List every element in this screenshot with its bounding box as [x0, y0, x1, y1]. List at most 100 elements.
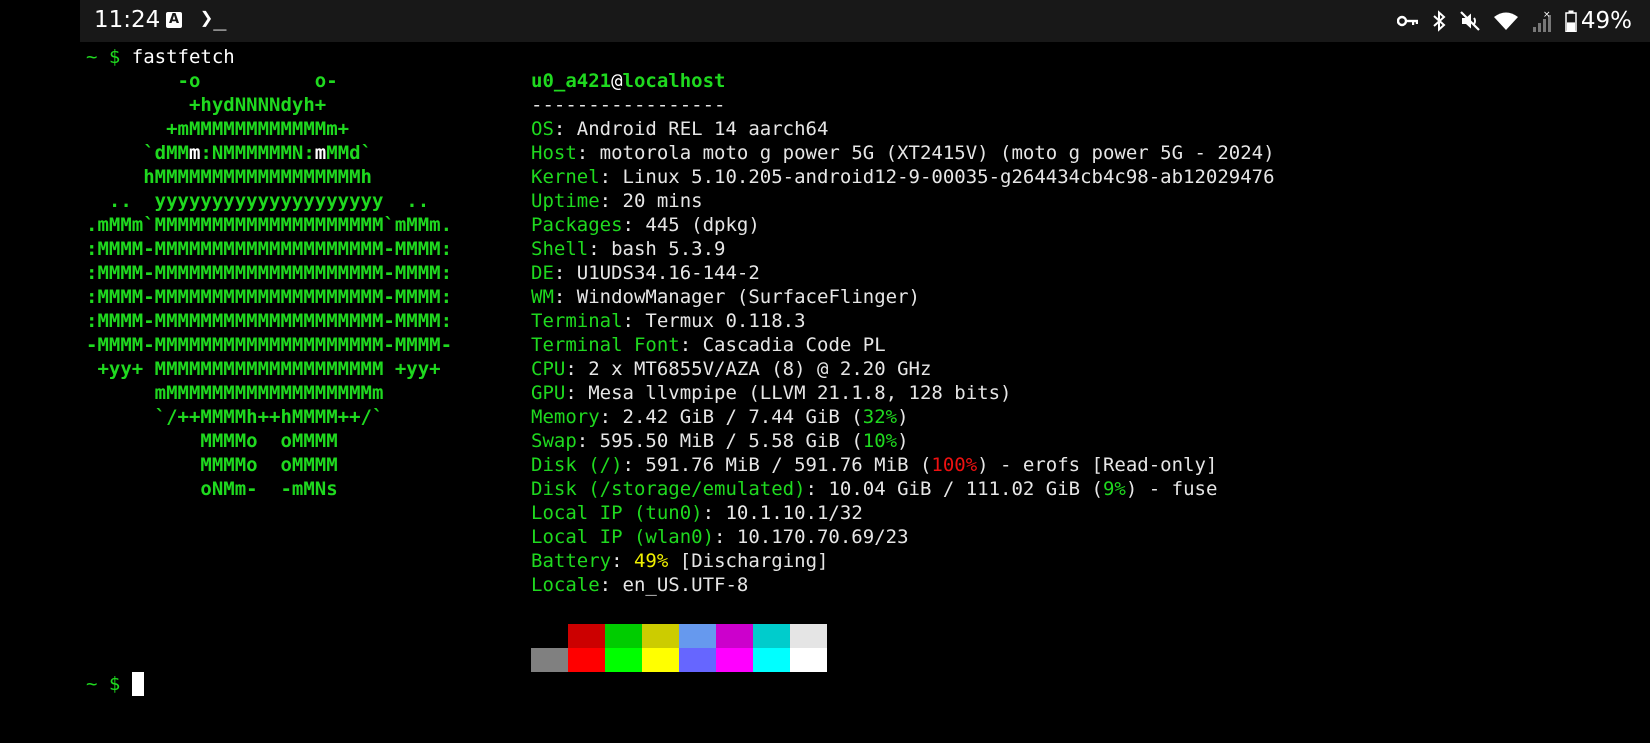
info-key: Local IP (tun0): [531, 502, 703, 524]
palette-swatch: [642, 624, 679, 648]
palette-swatch: [679, 648, 716, 672]
logo-line: +mMMMMMMMMMMMMm+: [86, 118, 350, 140]
system-info: u0_a421@localhost ----------------- OS: An…: [531, 69, 1275, 597]
svg-text:×: ×: [1543, 10, 1551, 20]
logo-line: :MMMM-MMMMMMMMMMMMMMMMMMMM-MMMM:: [86, 262, 453, 284]
info-value: 10.04 GiB / 111.02 GiB (: [828, 478, 1103, 500]
mute-icon: [1459, 10, 1481, 32]
logo-eye-right: m: [314, 142, 327, 164]
wifi-icon: [1493, 11, 1519, 31]
info-value: 2.42 GiB / 7.44 GiB (: [622, 406, 863, 428]
palette-swatch: [679, 624, 716, 648]
status-time: 11:24: [94, 7, 161, 33]
info-key: Locale: [531, 574, 600, 596]
info-value: 2 x MT6855V/AZA (8) @ 2.20 GHz: [588, 358, 932, 380]
android-ascii-logo: -o o- +hydNNNNdyh+ +mMMMMMMMMMMMMm+ `dMM…: [86, 69, 452, 501]
battery-percent: 49%: [1580, 8, 1632, 34]
terminal-cursor[interactable]: [131, 672, 144, 696]
palette-row-bright: [531, 648, 827, 672]
logo-line: -MMMM-MMMMMMMMMMMMMMMMMMMM-MMMM-: [86, 334, 453, 356]
info-value: Termux 0.118.3: [645, 310, 806, 332]
info-value: en_US.UTF-8: [622, 574, 749, 596]
palette-row-normal: [531, 624, 827, 648]
info-value: 445 (dpkg): [645, 214, 760, 236]
swap-percent: 10%: [862, 430, 898, 452]
info-key: GPU: [531, 382, 566, 404]
info-value: 20 mins: [622, 190, 703, 212]
logo-line: :MMMM-MMMMMMMMMMMMMMMMMMMM-MMMM:: [86, 310, 453, 332]
logo-segment: :NMMMMMMN:: [200, 142, 315, 164]
palette-swatch: [531, 624, 568, 648]
info-row-terminal: Terminal: Termux 0.118.3: [531, 310, 806, 332]
palette-swatch: [642, 648, 679, 672]
memory-percent: 32%: [862, 406, 898, 428]
logo-line: .. yyyyyyyyyyyyyyyyyyyy ..: [86, 190, 430, 212]
info-key: Host: [531, 142, 577, 164]
info-value: 595.50 MiB / 5.58 GiB (: [599, 430, 863, 452]
info-row-shell: Shell: bash 5.3.9: [531, 238, 726, 260]
info-row-memory: Memory: 2.42 GiB / 7.44 GiB (32%): [531, 406, 909, 428]
info-key: Local IP (wlan0): [531, 526, 715, 548]
terminal-input-line[interactable]: ~ $: [86, 672, 144, 696]
palette-swatch: [716, 648, 753, 672]
disk-storage-percent: 9%: [1102, 478, 1126, 500]
info-key: WM: [531, 286, 554, 308]
cell-signal-icon: ×: [1531, 9, 1553, 33]
command-text: fastfetch: [131, 46, 235, 68]
user-host-line: u0_a421@localhost: [531, 69, 1275, 93]
info-value: 10.170.70.69/23: [736, 526, 909, 548]
info-value-tail: ): [897, 430, 909, 452]
info-row-uptime: Uptime: 20 mins: [531, 190, 703, 212]
logo-line: MMMMo oMMMM: [86, 430, 338, 452]
info-row-packages: Packages: 445 (dpkg): [531, 214, 760, 236]
battery-info-percent: 49%: [633, 550, 669, 572]
logo-line: :MMMM-MMMMMMMMMMMMMMMMMMMM-MMMM:: [86, 286, 453, 308]
disk-root-percent: 100%: [931, 454, 978, 476]
palette-swatch: [790, 624, 827, 648]
terminal-command-line: ~ $ fastfetch: [86, 45, 235, 69]
logo-eye-left: m: [188, 142, 201, 164]
logo-line: .mMMm`MMMMMMMMMMMMMMMMMMMM`mMMm.: [86, 214, 453, 236]
info-row-de: DE: U1UDS34.16-144-2: [531, 262, 760, 284]
info-row-disk-root: Disk (/): 591.76 MiB / 591.76 MiB (100%)…: [531, 454, 1218, 476]
info-value: U1UDS34.16-144-2: [576, 262, 760, 284]
info-row-host: Host: motorola moto g power 5G (XT2415V)…: [531, 142, 1275, 164]
info-key: Swap: [531, 430, 577, 452]
info-key: Battery: [531, 550, 612, 572]
logo-line: hMMMMMMMMMMMMMMMMMMh: [86, 166, 372, 188]
info-key: Memory: [531, 406, 600, 428]
palette-swatch: [568, 648, 605, 672]
info-key: Disk (/storage/emulated): [531, 478, 806, 500]
keyboard-notification-icon: A: [166, 12, 182, 28]
info-value-tail: ) - erofs [Read-only]: [977, 454, 1218, 476]
info-key: Terminal Font: [531, 334, 680, 356]
logo-line: -o o-: [86, 70, 338, 92]
info-key: Disk (/): [531, 454, 623, 476]
vpn-key-icon: [1396, 14, 1419, 28]
info-value: motorola moto g power 5G (XT2415V) (moto…: [599, 142, 1275, 164]
info-row-swap: Swap: 595.50 MiB / 5.58 GiB (10%): [531, 430, 909, 452]
prompt-symbol: ~ $: [86, 46, 121, 68]
palette-swatch: [753, 648, 790, 672]
info-row-local-ip-wlan0: Local IP (wlan0): 10.170.70.69/23: [531, 526, 909, 548]
logo-line: mMMMMMMMMMMMMMMMMMMm: [86, 382, 384, 404]
info-value: Linux 5.10.205-android12-9-00035-g264434…: [622, 166, 1275, 188]
android-status-bar: 11:24 A ❯_ × 49%: [80, 0, 1650, 42]
info-row-wm: WM: WindowManager (SurfaceFlinger): [531, 286, 920, 308]
battery-icon: [1565, 10, 1577, 32]
info-key: Kernel: [531, 166, 600, 188]
info-row-terminal-font: Terminal Font: Cascadia Code PL: [531, 334, 886, 356]
info-row-kernel: Kernel: Linux 5.10.205-android12-9-00035…: [531, 166, 1275, 188]
info-value: 10.1.10.1/32: [725, 502, 863, 524]
info-key: Shell: [531, 238, 589, 260]
info-row-locale: Locale: en_US.UTF-8: [531, 574, 749, 596]
logo-line: MMMMo oMMMM: [86, 454, 338, 476]
color-palette: [531, 624, 827, 672]
logo-line: +yy+ MMMMMMMMMMMMMMMMMMMM +yy+: [86, 358, 441, 380]
info-value-tail: ) - fuse: [1125, 478, 1218, 500]
logo-line: +hydNNNNdyh+: [86, 94, 327, 116]
logo-line: :MMMM-MMMMMMMMMMMMMMMMMMMM-MMMM:: [86, 238, 453, 260]
bluetooth-icon: [1431, 10, 1447, 32]
info-row-gpu: GPU: Mesa llvmpipe (LLVM 21.1.8, 128 bit…: [531, 382, 1012, 404]
info-row-os: OS: Android REL 14 aarch64: [531, 118, 829, 140]
